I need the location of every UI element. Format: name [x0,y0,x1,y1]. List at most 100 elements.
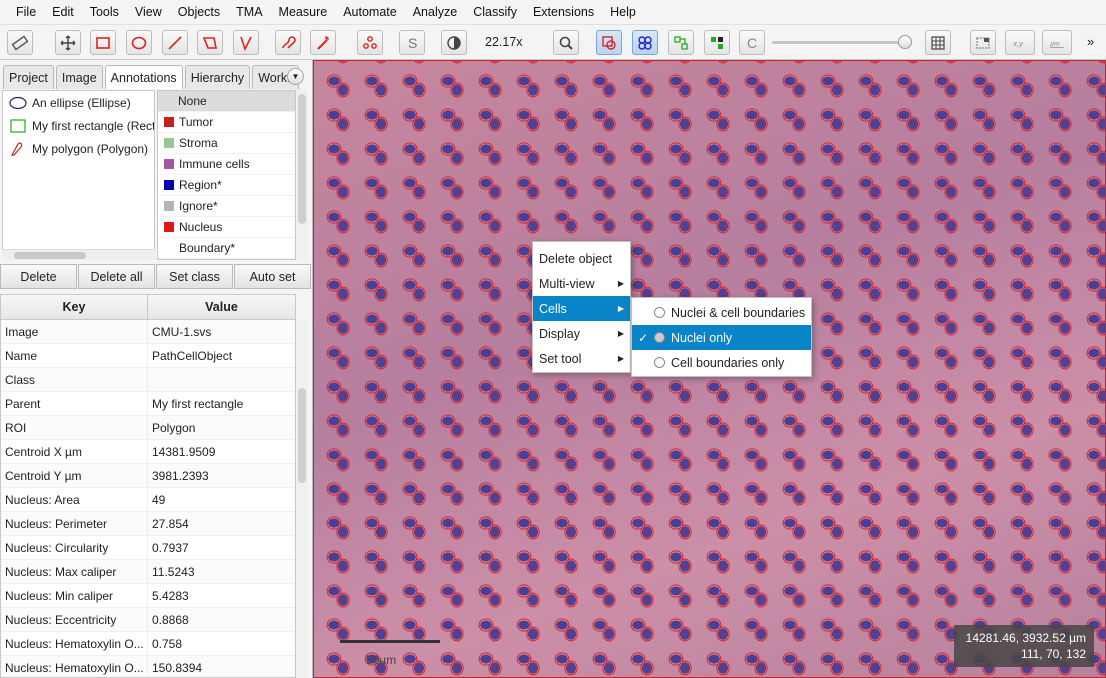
menu-item-set-tool[interactable]: Set tool ▶ [533,346,630,371]
class-item-stroma[interactable]: Stroma [158,133,295,154]
fill-detections-button[interactable] [704,30,730,55]
show-location-button[interactable]: x,y [1005,30,1035,55]
table-row[interactable]: Class [1,368,295,392]
menu-measure[interactable]: Measure [271,5,336,19]
menu-item-delete-object[interactable]: Delete object [533,246,630,271]
ellipse-icon [131,36,147,49]
table-row[interactable]: Name PathCellObject [1,344,295,368]
brush-tool-button[interactable] [275,30,301,55]
table-row[interactable]: Centroid X µm 14381.9509 [1,440,295,464]
move-tool-button[interactable] [55,30,81,55]
menu-help[interactable]: Help [602,5,644,19]
overview-icon [976,36,990,49]
set-class-button[interactable]: Set class [156,264,233,289]
menu-objects[interactable]: Objects [170,5,228,19]
show-scalebar-button[interactable]: µm [1042,30,1072,55]
menu-analyze[interactable]: Analyze [405,5,465,19]
class-list-scrollbar[interactable] [296,90,308,260]
class-item-boundary[interactable]: Boundary* [158,238,295,259]
table-row[interactable]: Nucleus: Hematoxylin O... 150.8394 [1,656,295,677]
context-menu: Delete object Multi-view ▶ Cells ▶ Display… [532,241,631,373]
class-item-none[interactable]: None [158,91,295,112]
class-item-tumor[interactable]: Tumor [158,112,295,133]
annotation-item[interactable]: My polygon (Polygon) [3,137,154,160]
scroll-thumb[interactable] [14,252,86,259]
annotation-item[interactable]: My first rectangle (Recta [3,114,154,137]
tab-hierarchy[interactable]: Hierarchy [184,65,251,89]
brightness-contrast-button[interactable] [441,30,467,55]
table-row[interactable]: Nucleus: Perimeter 27.854 [1,512,295,536]
tab-menu-button[interactable]: ▼ [287,68,304,85]
delete-button[interactable]: Delete [0,264,77,289]
class-item-immune-cells[interactable]: Immune cells [158,154,295,175]
table-row[interactable]: Nucleus: Hematoxylin O... 0.758 [1,632,295,656]
table-row[interactable]: ROI Polygon [1,416,295,440]
ellipse-tool-button[interactable] [126,30,152,55]
table-row[interactable]: Image CMU-1.svs [1,320,295,344]
tab-project[interactable]: Project [3,65,54,89]
class-item-nucleus[interactable]: Nucleus [158,217,295,238]
menu-automate[interactable]: Automate [335,5,405,19]
slider-knob[interactable] [898,35,912,49]
table-row[interactable]: Nucleus: Circularity 0.7937 [1,536,295,560]
table-row[interactable]: Nucleus: Area 49 [1,488,295,512]
svg-text:S: S [408,35,417,51]
points-tool-button[interactable] [357,30,383,55]
line-tool-button[interactable] [162,30,188,55]
tab-annotations[interactable]: Annotations [104,65,183,89]
menu-tma[interactable]: TMA [228,5,270,19]
menu-tools[interactable]: Tools [82,5,127,19]
class-list[interactable]: None Tumor Stroma Immune cells Region* I… [157,90,296,260]
annotation-item[interactable]: An ellipse (Ellipse) [3,91,154,114]
table-row[interactable]: Centroid Y µm 3981.2393 [1,464,295,488]
table-row[interactable]: Parent My first rectangle [1,392,295,416]
show-overview-button[interactable] [970,30,996,55]
show-annotations-button[interactable] [596,30,622,55]
menu-item-display[interactable]: Display ▶ [533,321,630,346]
table-row[interactable]: Nucleus: Min caliper 5.4283 [1,584,295,608]
scroll-thumb[interactable] [298,388,306,483]
tma-grid-button[interactable] [668,30,694,55]
menu-view[interactable]: View [127,5,170,19]
auto-set-button[interactable]: Auto set [234,264,311,289]
selection-mode-button[interactable]: S [399,30,425,55]
menu-item-nuclei-only[interactable]: ✓ Nuclei only [632,325,811,350]
rectangle-tool-button[interactable] [90,30,116,55]
tab-image[interactable]: Image [55,65,103,89]
menu-item-multi-view[interactable]: Multi-view ▶ [533,271,630,296]
menu-edit[interactable]: Edit [44,5,82,19]
menu-classify[interactable]: Classify [465,5,525,19]
annotation-list-hscrollbar[interactable] [2,249,155,260]
scroll-thumb[interactable] [298,94,306,224]
show-connections-button[interactable]: C [739,30,765,55]
menu-item-label: Nuclei only [671,330,733,345]
menu-item-cells[interactable]: Cells ▶ [533,296,630,321]
class-label: Boundary* [179,241,236,255]
wand-tool-button[interactable] [310,30,336,55]
key-cell: Nucleus: Area [1,488,148,511]
menu-file[interactable]: File [8,5,44,19]
polygon-tool-button[interactable] [197,30,223,55]
key-column-header[interactable]: Key [1,295,148,319]
menu-extensions[interactable]: Extensions [525,5,602,19]
menu-item-cell-boundaries-only[interactable]: Cell boundaries only [632,350,811,375]
show-grid-button[interactable] [925,30,951,55]
table-row[interactable]: Nucleus: Eccentricity 0.8868 [1,608,295,632]
measure-ruler-button[interactable] [7,30,33,55]
toolbar-overflow-icon[interactable]: » [1087,34,1094,49]
table-row[interactable]: Nucleus: Max caliper 11.5243 [1,560,295,584]
delete-all-button[interactable]: Delete all [78,264,155,289]
class-label: Immune cells [179,157,250,171]
value-column-header[interactable]: Value [148,295,295,319]
class-item-region[interactable]: Region* [158,175,295,196]
value-cell: 14381.9509 [152,444,216,459]
annotation-list[interactable]: An ellipse (Ellipse) My first rectangle … [2,90,155,260]
polyline-tool-button[interactable] [233,30,259,55]
show-detections-button[interactable] [632,30,658,55]
class-item-ignore[interactable]: Ignore* [158,196,295,217]
zoom-to-fit-button[interactable] [553,30,579,55]
menu-item-nuclei-and-cell-boundaries[interactable]: Nuclei & cell boundaries [632,300,811,325]
class-color-swatch [164,201,174,211]
table-scrollbar[interactable] [296,320,308,678]
opacity-slider[interactable] [772,35,912,49]
